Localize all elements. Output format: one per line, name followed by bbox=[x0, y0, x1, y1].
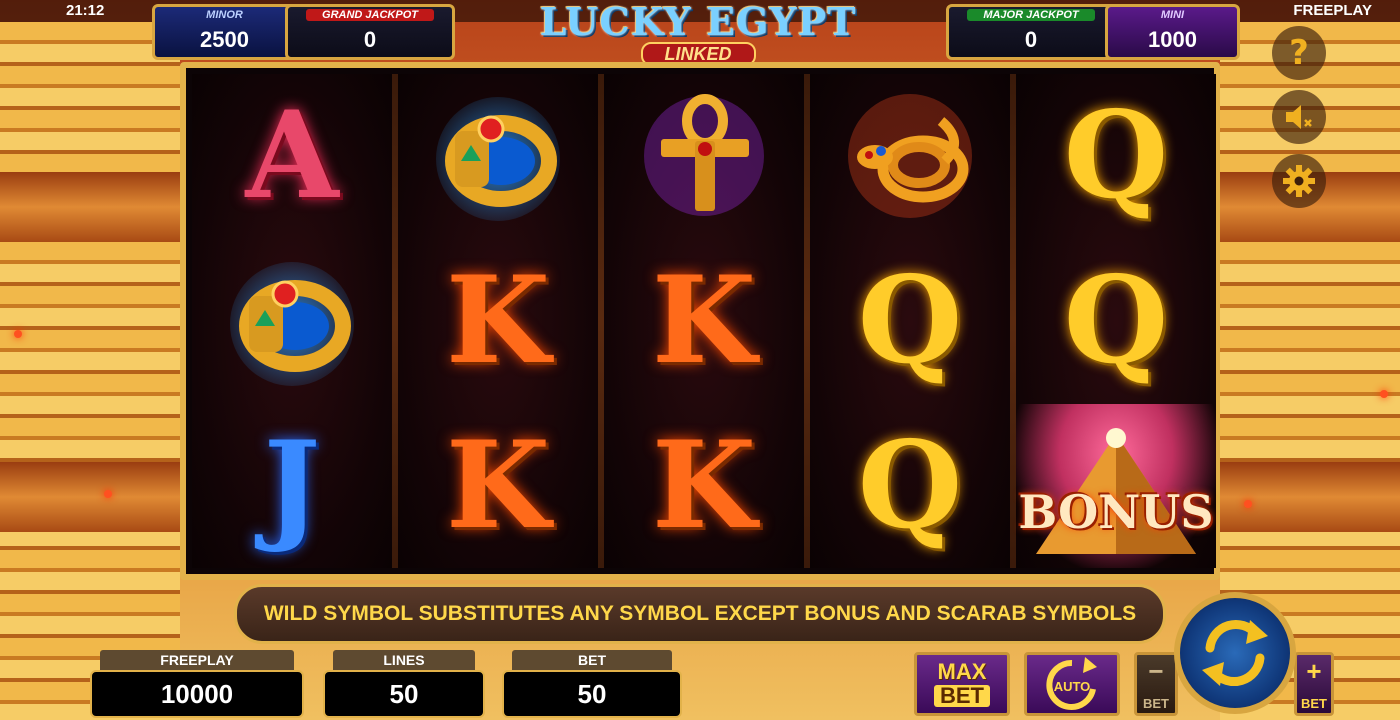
max-bet-line1: MAX bbox=[937, 659, 987, 684]
freeplay-value: 10000 bbox=[90, 670, 304, 718]
logo-title: LUCKY EGYPT bbox=[539, 0, 857, 44]
bet-increase-button[interactable]: + BET bbox=[1294, 652, 1334, 716]
reel-symbol-cell: K bbox=[398, 239, 598, 403]
info-banner-text: WILD SYMBOL SUBSTITUTES ANY SYMBOL EXCEP… bbox=[263, 602, 1137, 625]
snake-symbol-icon bbox=[848, 94, 972, 218]
jackpot-grand-value: 0 bbox=[363, 27, 377, 52]
reel-symbol-cell bbox=[810, 74, 1010, 238]
mode-label: FREEPLAY bbox=[1293, 2, 1372, 19]
help-icon: ? bbox=[1289, 33, 1309, 73]
reel-symbol-cell bbox=[398, 74, 598, 238]
jackpot-grand: GRAND JACKPOT 0 bbox=[285, 4, 455, 60]
freeplay-balance: FREEPLAY 10000 bbox=[90, 650, 304, 718]
bet-label: BET bbox=[512, 650, 672, 670]
ember-particle bbox=[104, 490, 112, 498]
settings-button[interactable] bbox=[1272, 154, 1326, 208]
game-logo: LUCKY EGYPT LINKED bbox=[486, 2, 910, 68]
lines-display: LINES 50 bbox=[323, 650, 485, 718]
ring-symbol-icon bbox=[230, 262, 354, 386]
letter-symbol-a: A bbox=[245, 85, 339, 226]
reel-symbol-cell: A bbox=[192, 74, 392, 238]
reel-column: AJ bbox=[192, 74, 392, 568]
letter-symbol-k: K bbox=[651, 250, 757, 391]
ember-particle bbox=[1380, 390, 1388, 398]
ember-particle bbox=[14, 330, 22, 338]
info-banner: WILD SYMBOL SUBSTITUTES ANY SYMBOL EXCEP… bbox=[234, 584, 1166, 644]
reel-symbol-cell: Q bbox=[810, 239, 1010, 403]
reel-column: Q Q BONUS bbox=[1016, 74, 1216, 568]
reel-symbol-cell bbox=[604, 74, 804, 238]
ring-symbol-icon bbox=[436, 97, 560, 221]
bet-decrease-label: BET bbox=[1143, 696, 1169, 711]
spin-button[interactable] bbox=[1174, 592, 1296, 714]
autoplay-button[interactable]: AUTO bbox=[1024, 652, 1120, 716]
letter-symbol-q: Q bbox=[1063, 85, 1169, 226]
reel-symbol-cell: Q bbox=[1016, 74, 1216, 238]
minus-icon: − bbox=[1148, 656, 1164, 686]
jackpot-mini-value: 1000 bbox=[1148, 27, 1197, 52]
settings-gear-icon bbox=[1283, 165, 1315, 197]
bonus-symbol-text: BONUS bbox=[1018, 485, 1214, 539]
jackpot-major-value: 0 bbox=[1024, 27, 1038, 52]
sound-toggle-button[interactable] bbox=[1272, 90, 1326, 144]
ember-particle bbox=[1244, 500, 1252, 508]
jackpot-major: MAJOR JACKPOT 0 bbox=[946, 4, 1116, 60]
help-button[interactable]: ? bbox=[1272, 26, 1326, 80]
bet-value: 50 bbox=[502, 670, 682, 718]
jackpot-mini: MINI 1000 bbox=[1105, 4, 1240, 60]
reel-symbol-cell: K bbox=[604, 404, 804, 568]
reel-column: KK bbox=[398, 74, 598, 568]
sound-muted-icon bbox=[1286, 105, 1312, 129]
letter-symbol-k: K bbox=[651, 415, 757, 556]
jackpot-minor-label: MINOR bbox=[206, 9, 243, 21]
pillar-ring bbox=[0, 462, 180, 532]
ankh-symbol-icon bbox=[644, 94, 764, 216]
reel-column: KK bbox=[604, 74, 804, 568]
letter-symbol-k: K bbox=[445, 415, 551, 556]
letter-symbol-j: J bbox=[263, 415, 321, 556]
letter-symbol-q: Q bbox=[1063, 250, 1169, 391]
reel-symbol-cell: K bbox=[398, 404, 598, 568]
jackpot-minor: MINOR 2500 bbox=[152, 4, 297, 60]
clock: 21:12 bbox=[66, 2, 105, 19]
jackpot-mini-label: MINI bbox=[1160, 9, 1185, 21]
letter-symbol-q: Q bbox=[857, 250, 963, 391]
max-bet-line2: BET bbox=[934, 685, 990, 707]
reel-symbol-cell: K bbox=[604, 239, 804, 403]
spin-arrows-icon bbox=[1202, 620, 1268, 686]
bet-display: BET 50 bbox=[502, 650, 682, 718]
pillar-ring bbox=[0, 172, 180, 242]
reel-symbol-cell bbox=[192, 239, 392, 403]
left-pillar-decoration bbox=[0, 22, 180, 720]
autoplay-icon: AUTO bbox=[1046, 657, 1097, 710]
reel-symbol-cell: Q bbox=[1016, 239, 1216, 403]
reel-symbol-cell: Q bbox=[810, 404, 1010, 568]
letter-symbol-q: Q bbox=[857, 415, 963, 556]
plus-icon: + bbox=[1306, 656, 1322, 686]
freeplay-label: FREEPLAY bbox=[100, 650, 294, 670]
jackpot-major-label: MAJOR JACKPOT bbox=[967, 9, 1095, 21]
max-bet-button[interactable]: MAX BET bbox=[914, 652, 1010, 716]
bet-decrease-button[interactable]: − BET bbox=[1134, 652, 1178, 716]
lines-label: LINES bbox=[333, 650, 475, 670]
bet-increase-label: BET bbox=[1301, 696, 1327, 711]
jackpot-minor-value: 2500 bbox=[200, 27, 249, 52]
jackpot-grand-label: GRAND JACKPOT bbox=[306, 9, 434, 21]
lines-value: 50 bbox=[323, 670, 485, 718]
autoplay-label: AUTO bbox=[1054, 679, 1091, 694]
letter-symbol-k: K bbox=[445, 250, 551, 391]
bonus-symbol-cell: BONUS bbox=[1016, 404, 1216, 568]
reel-column: QQ bbox=[810, 74, 1010, 568]
reel-symbol-cell: J bbox=[192, 404, 392, 568]
pillar-ring bbox=[1220, 462, 1400, 532]
reel-grid: A J K K K K Q Q Q Q BONUS bbox=[180, 62, 1220, 580]
